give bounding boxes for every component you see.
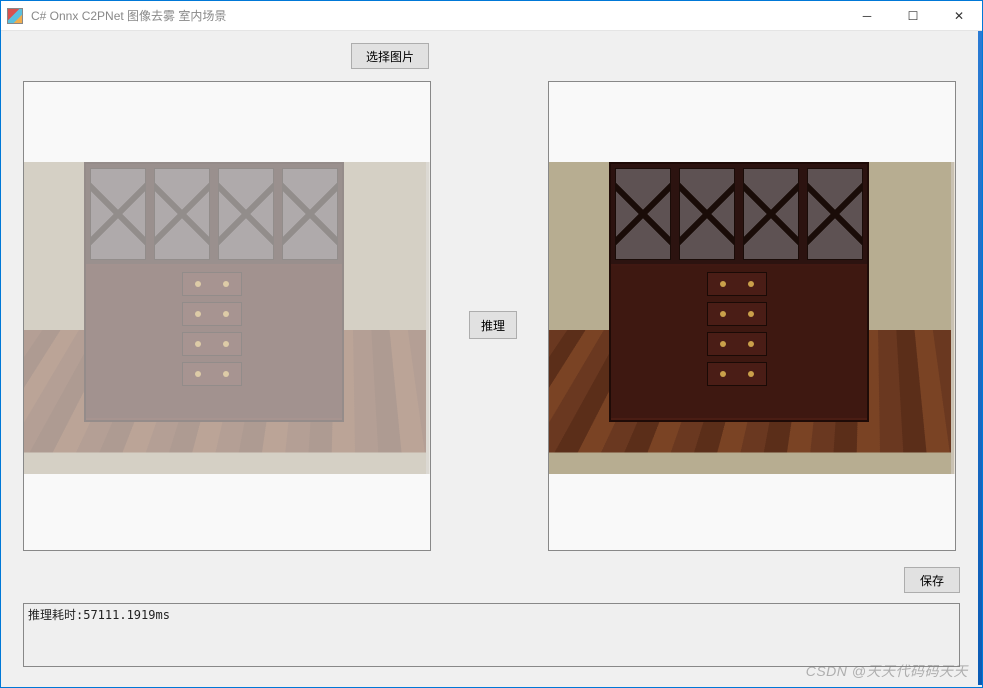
app-icon (7, 8, 23, 24)
select-image-button[interactable]: 选择图片 (351, 43, 429, 69)
output-image-box[interactable] (548, 81, 956, 551)
app-window: C# Onnx C2PNet 图像去雾 室内场景 ─ ☐ ✕ 选择图片 (0, 0, 983, 688)
titlebar[interactable]: C# Onnx C2PNet 图像去雾 室内场景 ─ ☐ ✕ (1, 1, 982, 31)
save-button[interactable]: 保存 (904, 567, 960, 593)
output-image (549, 162, 955, 474)
window-title: C# Onnx C2PNet 图像去雾 室内场景 (29, 7, 844, 24)
log-output[interactable]: 推理耗时:57111.1919ms (23, 603, 960, 667)
minimize-icon: ─ (863, 9, 872, 23)
input-image (24, 162, 430, 474)
log-text: 推理耗时:57111.1919ms (28, 608, 170, 622)
window-border-accent (978, 31, 982, 685)
close-button[interactable]: ✕ (936, 1, 982, 30)
client-area: 选择图片 推理 (1, 31, 982, 687)
infer-button[interactable]: 推理 (469, 311, 517, 339)
maximize-icon: ☐ (908, 9, 919, 23)
close-icon: ✕ (954, 9, 964, 23)
input-image-box[interactable] (23, 81, 431, 551)
maximize-button[interactable]: ☐ (890, 1, 936, 30)
window-controls: ─ ☐ ✕ (844, 1, 982, 30)
minimize-button[interactable]: ─ (844, 1, 890, 30)
